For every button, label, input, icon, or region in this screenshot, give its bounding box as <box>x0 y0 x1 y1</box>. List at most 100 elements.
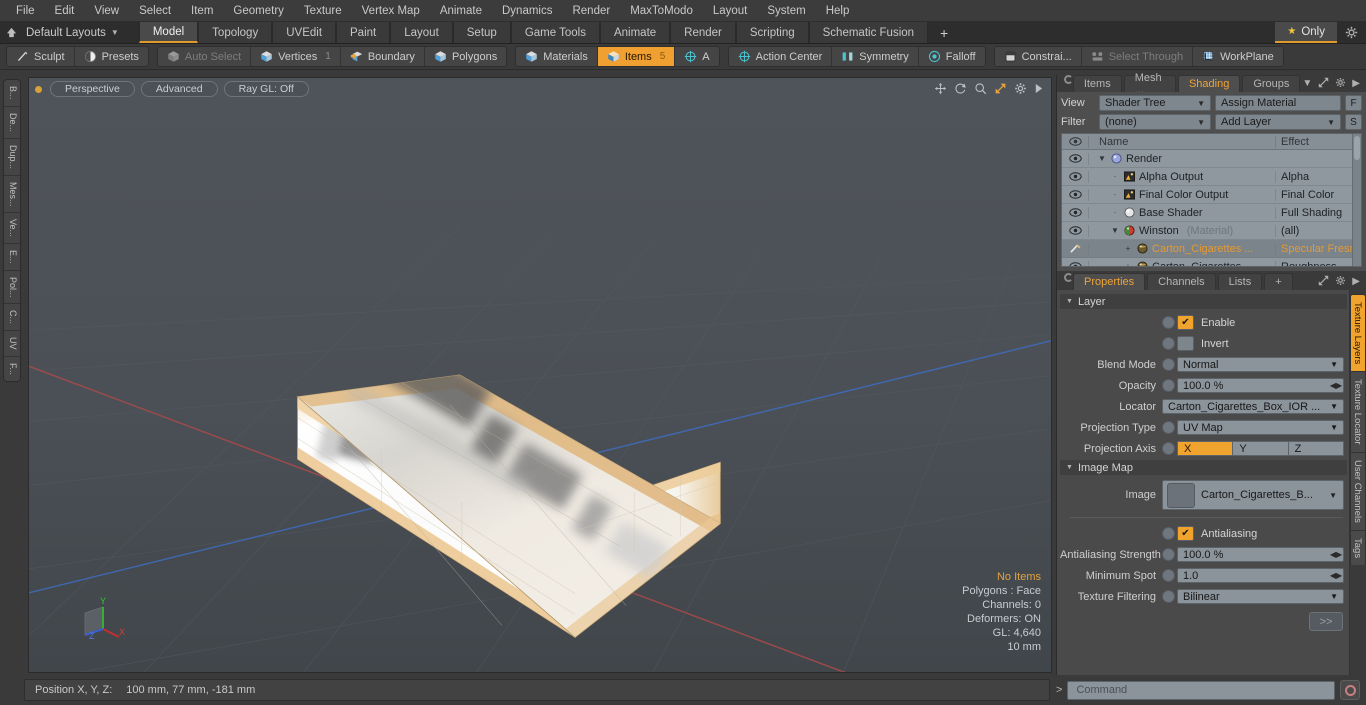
left-vertical-tab-8[interactable]: UV <box>4 331 20 357</box>
expand-plus-icon[interactable]: + <box>1123 262 1133 266</box>
shading-tab-mesh[interactable]: Mesh ... <box>1123 72 1176 96</box>
zoom-icon[interactable] <box>974 82 987 95</box>
antialiasing-bubble[interactable] <box>1162 527 1175 540</box>
invert-channel-bubble[interactable] <box>1162 337 1175 350</box>
enable-channel-bubble[interactable] <box>1162 316 1175 329</box>
scrollbar-knob[interactable] <box>1354 136 1360 160</box>
shader-tree[interactable]: Name Effect ▼Render·Alpha OutputAlpha▼·F… <box>1061 133 1362 267</box>
toolbar-button-materials[interactable]: Materials <box>516 47 598 66</box>
properties-tab-properties[interactable]: Properties <box>1073 273 1146 290</box>
chevron-down-icon[interactable]: ▼ <box>1302 78 1312 89</box>
layout-tab-model[interactable]: Model <box>138 22 199 43</box>
assign-material-button[interactable]: Assign Material <box>1215 95 1341 111</box>
side-tab-tags[interactable]: Tags <box>1350 529 1366 565</box>
view-dropdown[interactable]: Shader Tree ▼ <box>1099 95 1211 111</box>
menu-item-edit[interactable]: Edit <box>45 2 85 20</box>
menu-item-select[interactable]: Select <box>129 2 181 20</box>
only-toggle[interactable]: ★ Only <box>1275 22 1337 43</box>
menu-item-texture[interactable]: Texture <box>294 2 352 20</box>
menu-item-file[interactable]: File <box>6 2 45 20</box>
eye-icon[interactable] <box>1062 154 1088 163</box>
properties-tab-lists[interactable]: Lists <box>1217 273 1263 290</box>
left-vertical-tab-1[interactable]: De... <box>4 106 20 139</box>
shading-tab-groups[interactable]: Groups <box>1242 75 1301 92</box>
filter-f-button[interactable]: F <box>1345 95 1362 111</box>
command-input[interactable]: Command <box>1067 680 1335 700</box>
properties-tab-channels[interactable]: Channels <box>1147 273 1216 290</box>
toolbar-button-constrai[interactable]: Constrai... <box>994 47 1082 66</box>
chevron-right-icon[interactable]: ▶ <box>1352 78 1360 89</box>
shader-tree-row[interactable]: ▼ Winston (Material) (all)▼ <box>1062 222 1361 240</box>
triangle-down-icon[interactable]: ▼ <box>1097 154 1107 163</box>
add-layout-button[interactable]: + <box>928 22 961 43</box>
viewport-menu-dot-icon[interactable] <box>35 85 42 93</box>
layout-tab-game-tools[interactable]: Game Tools <box>510 22 600 43</box>
menu-item-system[interactable]: System <box>757 2 815 20</box>
layout-tab-topology[interactable]: Topology <box>198 22 273 43</box>
menu-item-layout[interactable]: Layout <box>703 2 758 20</box>
toolbar-button-falloff[interactable]: Falloff <box>918 47 985 66</box>
play-icon[interactable] <box>1034 83 1043 94</box>
projection-axis-x[interactable]: X <box>1177 441 1233 456</box>
panel-collapse-icon[interactable] <box>1064 75 1073 84</box>
projection-type-dropdown[interactable]: UV Map ▼ <box>1177 420 1344 435</box>
left-vertical-tab-5[interactable]: E... <box>4 244 20 271</box>
add-layer-dropdown[interactable]: Add Layer ▼ <box>1215 114 1341 130</box>
enable-checkbox[interactable]: ✔ <box>1177 315 1194 330</box>
minimum-spot-input[interactable]: 1.0 <box>1177 568 1333 583</box>
menu-item-help[interactable]: Help <box>816 2 860 20</box>
home-icon[interactable] <box>0 22 22 43</box>
layout-tab-schematic-fusion[interactable]: Schematic Fusion <box>808 22 929 43</box>
menu-item-render[interactable]: Render <box>562 2 620 20</box>
menu-item-dynamics[interactable]: Dynamics <box>492 2 562 20</box>
shader-layer-effect[interactable]: Specular Fresn... <box>1275 242 1361 255</box>
maximize-icon[interactable] <box>994 82 1007 95</box>
viewport-mode-perspective[interactable]: Perspective <box>50 81 135 97</box>
layout-tab-render[interactable]: Render <box>670 22 736 43</box>
left-vertical-tab-3[interactable]: Mes... <box>4 175 20 214</box>
shader-layer-effect[interactable]: Full Shading▼ <box>1275 206 1361 219</box>
eye-icon[interactable] <box>1062 190 1088 199</box>
toolbar-button-a[interactable]: A <box>675 47 719 66</box>
viewport-raygl-toggle[interactable]: Ray GL: Off <box>223 81 309 97</box>
shader-tree-row[interactable]: · Alpha Output Alpha▼ <box>1062 168 1361 186</box>
blend-mode-bubble[interactable] <box>1162 358 1175 371</box>
shader-tree-scrollbar[interactable] <box>1352 134 1361 266</box>
toolbar-button-symmetry[interactable]: Symmetry <box>832 47 919 66</box>
layer-section-header[interactable]: ▼ Layer <box>1060 294 1347 309</box>
locator-dropdown[interactable]: Carton_Cigarettes_Box_IOR ... ▼ <box>1162 399 1344 414</box>
layout-tab-setup[interactable]: Setup <box>452 22 511 43</box>
texture-filtering-bubble[interactable] <box>1162 590 1175 603</box>
aa-strength-stepper[interactable]: ◀▶ <box>1329 547 1344 562</box>
texture-filtering-dropdown[interactable]: Bilinear ▼ <box>1177 589 1344 604</box>
eye-icon[interactable] <box>1062 172 1088 181</box>
minimum-spot-bubble[interactable] <box>1162 569 1175 582</box>
layout-tab-uvedit[interactable]: UVEdit <box>272 22 337 43</box>
minimum-spot-stepper[interactable]: ◀▶ <box>1329 568 1344 583</box>
sort-s-button[interactable]: S <box>1345 114 1362 130</box>
move-icon[interactable] <box>934 82 947 95</box>
gear-icon[interactable] <box>1014 82 1027 95</box>
menu-item-animate[interactable]: Animate <box>430 2 492 20</box>
left-vertical-tab-0[interactable]: B... <box>4 80 20 107</box>
triangle-down-icon[interactable]: ▼ <box>1110 226 1120 235</box>
menu-item-view[interactable]: View <box>84 2 129 20</box>
layout-tab-scripting[interactable]: Scripting <box>735 22 809 43</box>
toolbar-button-sculpt[interactable]: Sculpt <box>7 47 75 66</box>
menu-item-maxtomodo[interactable]: MaxToModo <box>620 2 703 20</box>
shader-layer-effect[interactable]: Final Color▼ <box>1275 188 1361 201</box>
toolbar-button-boundary[interactable]: Boundary <box>340 47 425 66</box>
shader-tree-row[interactable]: · Final Color Output Final Color▼ <box>1062 186 1361 204</box>
panel-collapse-icon[interactable] <box>1064 273 1073 282</box>
projection-type-bubble[interactable] <box>1162 421 1175 434</box>
3d-viewport[interactable]: Perspective Advanced Ray GL: Off No Item… <box>28 77 1052 673</box>
default-layouts-dropdown[interactable]: Default Layouts ▼ <box>22 22 129 43</box>
maximize-icon[interactable] <box>1318 77 1329 91</box>
layout-tab-animate[interactable]: Animate <box>599 22 671 43</box>
side-tab-texture-layers[interactable]: Texture Layers <box>1350 294 1366 372</box>
rotate-icon[interactable] <box>954 82 967 95</box>
shading-tab-items[interactable]: Items <box>1072 75 1122 92</box>
shader-tree-row[interactable]: ▼ Render <box>1062 150 1361 168</box>
side-tab-user-channels[interactable]: User Channels <box>1350 451 1366 530</box>
layout-tab-layout[interactable]: Layout <box>390 22 453 43</box>
